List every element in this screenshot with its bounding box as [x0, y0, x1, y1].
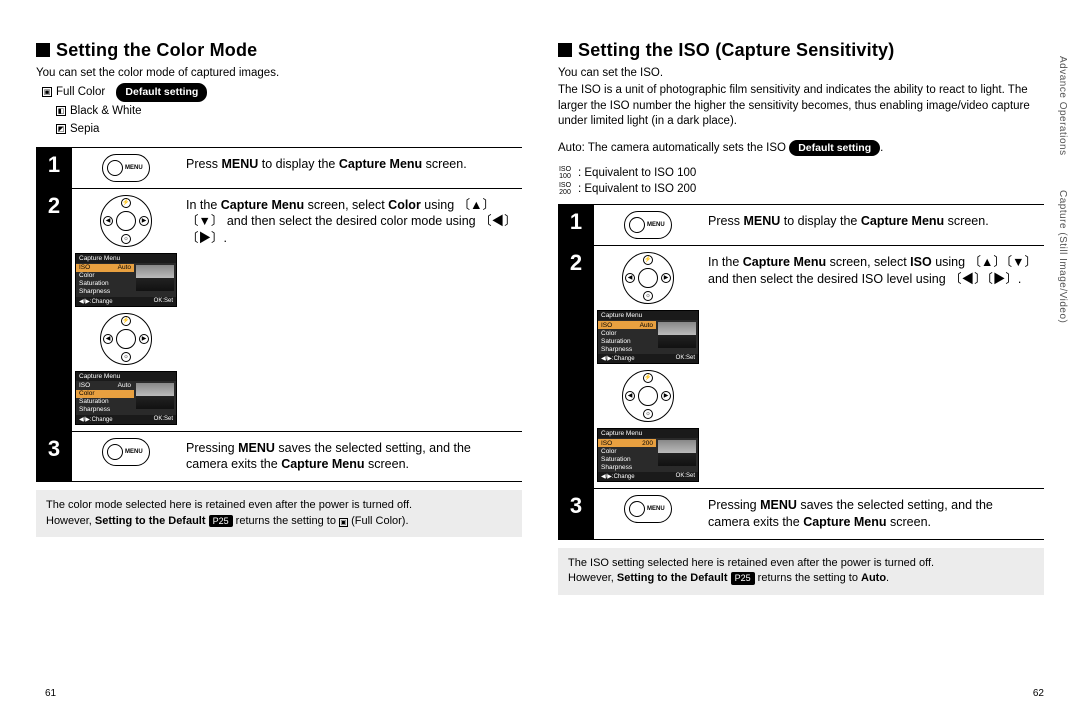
- default-pill: Default setting: [789, 140, 880, 156]
- side-tab-subsection: Capture (Still Image/Video): [1057, 190, 1068, 323]
- left-note: The color mode selected here is retained…: [36, 490, 522, 537]
- step-text: Pressing MENU saves the selected setting…: [702, 489, 1044, 539]
- control-pad-icon: ⚡☼◀▶: [100, 195, 152, 247]
- lcd-screen: Capture MenuISOAutoColorSaturationSharpn…: [75, 253, 177, 307]
- menu-button-icon: MENU: [624, 211, 672, 239]
- right-auto: Auto: The camera automatically sets the …: [558, 140, 1044, 157]
- step-row: 1 MENU Press MENU to display the Capture…: [558, 205, 1044, 246]
- step-text: Pressing MENU saves the selected setting…: [180, 432, 522, 482]
- page-ref: P25: [209, 515, 233, 528]
- step-row: 1 MENU Press MENU to display the Capture…: [36, 148, 522, 189]
- left-options: ▣Full Color Default setting ◧Black & Whi…: [42, 83, 522, 139]
- step-text: In the Capture Menu screen, select Color…: [180, 189, 522, 431]
- default-pill: Default setting: [116, 83, 207, 102]
- step-text: Press MENU to display the Capture Menu s…: [180, 148, 522, 188]
- fullcolor-icon: ▣: [42, 87, 52, 97]
- step-number: 2: [558, 246, 594, 488]
- menu-button-icon: MENU: [102, 154, 150, 182]
- lcd-screen: Capture MenuISOAutoColorSaturationSharpn…: [597, 310, 699, 364]
- page-ref: P25: [731, 572, 755, 585]
- side-tab-section: Advance Operations: [1057, 56, 1068, 156]
- lcd-screen: Capture MenuISO200ColorSaturationSharpne…: [597, 428, 699, 482]
- step-row: 3 MENU Pressing MENU saves the selected …: [558, 489, 1044, 540]
- sepia-icon: ◩: [56, 124, 66, 134]
- lcd-screen: Capture MenuISOAutoColorSaturationSharpn…: [75, 371, 177, 425]
- step-number: 3: [36, 432, 72, 482]
- iso100-row: ISO 100: Equivalent to ISO 100: [558, 166, 1044, 180]
- right-page: Setting the ISO (Capture Sensitivity) Yo…: [558, 40, 1044, 595]
- left-intro: You can set the color mode of captured i…: [36, 67, 522, 79]
- step-row: 2 ⚡☼◀▶ Capture MenuISOAutoColorSaturatio…: [558, 246, 1044, 489]
- step-number: 1: [558, 205, 594, 245]
- iso200-row: ISO 200: Equivalent to ISO 200: [558, 182, 1044, 196]
- control-pad-icon: ⚡☼◀▶: [622, 370, 674, 422]
- step-text: In the Capture Menu screen, select ISO u…: [702, 246, 1044, 488]
- step-row: 3 MENU Pressing MENU saves the selected …: [36, 432, 522, 483]
- right-note: The ISO setting selected here is retaine…: [558, 548, 1044, 595]
- left-steps: 1 MENU Press MENU to display the Capture…: [36, 147, 522, 483]
- left-heading: Setting the Color Mode: [36, 40, 522, 61]
- step-number: 2: [36, 189, 72, 431]
- left-page: Setting the Color Mode You can set the c…: [36, 40, 522, 595]
- step-number: 1: [36, 148, 72, 188]
- control-pad-icon: ⚡☼◀▶: [622, 252, 674, 304]
- step-row: 2 ⚡☼◀▶ Capture MenuISOAutoColorSaturatio…: [36, 189, 522, 432]
- menu-button-icon: MENU: [624, 495, 672, 523]
- page-number-left: 61: [45, 688, 56, 699]
- right-heading: Setting the ISO (Capture Sensitivity): [558, 40, 1044, 61]
- control-pad-icon: ⚡☼◀▶: [100, 313, 152, 365]
- page-number-right: 62: [1033, 688, 1044, 699]
- right-steps: 1 MENU Press MENU to display the Capture…: [558, 204, 1044, 540]
- menu-button-icon: MENU: [102, 438, 150, 466]
- step-number: 3: [558, 489, 594, 539]
- step-text: Press MENU to display the Capture Menu s…: [702, 205, 1044, 245]
- right-intro: You can set the ISO.: [558, 67, 1044, 79]
- bw-icon: ◧: [56, 106, 66, 116]
- right-body: The ISO is a unit of photographic film s…: [558, 83, 1044, 130]
